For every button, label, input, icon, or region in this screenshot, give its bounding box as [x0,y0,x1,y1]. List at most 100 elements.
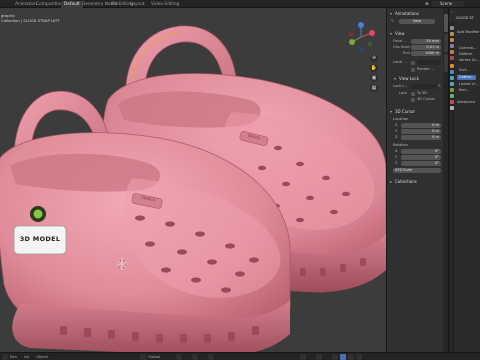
cursor-location-label: Location [393,117,409,121]
cursor-y-label: Y [395,129,398,133]
particles-icon[interactable] [450,76,454,80]
output-icon[interactable] [450,38,454,42]
status-pan: Pan [10,354,17,359]
texture-icon[interactable] [450,106,454,110]
modifier-item-correction[interactable]: Correcti... [459,46,477,51]
local-camera-label: Local ... [393,60,407,64]
data-icon[interactable] [450,94,454,98]
to-cursor-label: 3D Cursor [417,97,436,101]
cursor-rotation-label: Rotation [393,143,409,147]
render-levels-field[interactable]: Ren... [459,88,469,93]
subdivision-catmull-tab[interactable]: Catmu... [457,75,477,80]
scene-icon[interactable] [450,50,454,54]
properties-tabs [449,22,455,352]
cursor-rz-label: Z [395,161,398,165]
render-region-label: Render ... [417,67,435,71]
cursor-rx-field[interactable]: 0° [401,149,441,154]
lock-to-object-field[interactable] [411,84,437,89]
local-camera-field[interactable] [417,60,441,65]
add-modifier-button[interactable]: Add Modifier [457,30,480,35]
pan-hand-icon[interactable]: ✋ [370,64,378,72]
scene-icon: ◈ [425,1,429,7]
view-lock-header[interactable]: View Lock [393,75,445,82]
focal-length-label: Focal ... [393,39,407,43]
lock-camera-checkbox[interactable] [411,98,415,102]
pivot-icon[interactable] [176,354,182,360]
cursor-rz-field[interactable]: 0° [401,161,441,166]
local-camera-checkbox[interactable] [411,61,415,65]
constraints-icon[interactable] [450,88,454,92]
modifier-wrench-icon[interactable] [450,70,454,74]
zoom-icon[interactable]: ⊕ [370,54,378,62]
xray-icon[interactable] [316,354,322,360]
annotation-pencil-icon: ✎ [391,19,395,23]
lock-to-object-label: Lock t... [393,84,408,88]
clip-end-field[interactable]: 1000 m [411,51,441,56]
tab-video-editing[interactable]: Video Editing [148,1,182,8]
shading-rendered-icon[interactable] [356,354,362,360]
workspace-tabs-bar: Animation Compositing Default Geometry N… [0,0,480,8]
cursor-x-field[interactable]: 0 m [401,123,441,128]
viewport-sidebar: Annotations ✎ New View Focal ... 50 mm C… [386,8,449,352]
cursor-y-field[interactable]: 0 m [401,129,441,134]
cursor-rx-label: X [395,149,398,153]
proportional-edit-icon[interactable] [208,354,214,360]
3d-cursor-header[interactable]: 3D Cursor [389,108,441,115]
clip-end-label: End [403,51,410,55]
status-bar: Pan Ad Object Global [0,352,480,360]
annotation-new-button[interactable]: New [399,19,435,24]
physics-icon[interactable] [450,82,454,86]
properties-editor: ⌕ CLOGS ST Add Modifier Correcti... Defo… [448,8,480,352]
global-orientation[interactable]: Global [148,354,160,360]
object-icon[interactable] [450,64,454,68]
viewport-info: graphic Collection | CLOGS STRAP LEFT [1,13,60,23]
tool-icon[interactable] [450,26,454,30]
camera-view-icon[interactable]: ▣ [370,74,378,82]
tab-layout[interactable]: Layout [127,1,148,8]
rotation-mode-select[interactable]: XYZ Euler [393,168,441,173]
status-object: Object [36,354,49,359]
3d-viewport[interactable]: graphic Collection | CLOGS STRAP LEFT 3D… [0,8,386,352]
world-icon[interactable] [450,56,454,60]
focal-length-field[interactable]: 50 mm [411,39,441,44]
shading-wireframe-icon[interactable] [332,354,338,360]
overlay-icon[interactable] [300,354,306,360]
material-icon[interactable] [450,100,454,104]
mode-icon[interactable] [140,354,146,360]
render-icon[interactable] [450,32,454,36]
properties-search-icon[interactable]: ⌕ [451,10,453,15]
collections-header[interactable]: Collections [389,178,441,185]
status-add: Ad [24,354,29,359]
cursor-ry-label: Y [395,155,398,159]
annotations-header[interactable]: Annotations [389,10,441,17]
render-region-checkbox[interactable] [411,68,415,72]
modifier-item-surface[interactable]: Surf... [459,68,469,73]
clip-start-label: Clip Start [393,45,410,49]
modifier-item-deform[interactable]: Deform [459,52,472,57]
lock-to-3d-checkbox[interactable] [411,92,415,96]
object-name-label: CLOGS ST [456,16,474,20]
view-header[interactable]: View [389,30,441,37]
eyedropper-icon[interactable]: ✎ [438,84,441,89]
navigation-gizmo[interactable] [346,22,376,52]
snap-icon[interactable] [192,354,198,360]
perspective-grid-icon[interactable]: ▦ [370,84,378,92]
lock-label: Lock [399,91,408,95]
advanced-section[interactable]: Advanced [457,100,475,105]
3d-model-tag: 3D MODEL [19,235,61,243]
view-layer-icon[interactable] [450,44,454,48]
crocs-clog-render [0,8,386,352]
viewport-collection-label: Collection | CLOGS STRAP LEFT [1,18,60,23]
shading-solid-icon[interactable] [340,354,346,360]
shading-material-icon[interactable] [348,354,354,360]
to-3d-label: To 3D [417,91,427,95]
cursor-z-label: Z [395,135,398,139]
scene-selector[interactable]: Scene [432,1,464,7]
mouse-icon [2,354,8,360]
cursor-z-field[interactable]: 0 m [401,135,441,140]
modifier-item-vertex-group[interactable]: Vertex Gr... [459,58,479,63]
cursor-ry-field[interactable]: 0° [401,155,441,160]
levels-viewport-field[interactable]: Levels Vi... [459,82,478,87]
clip-start-field[interactable]: 0.01 m [411,45,441,50]
cursor-x-label: X [395,123,398,127]
